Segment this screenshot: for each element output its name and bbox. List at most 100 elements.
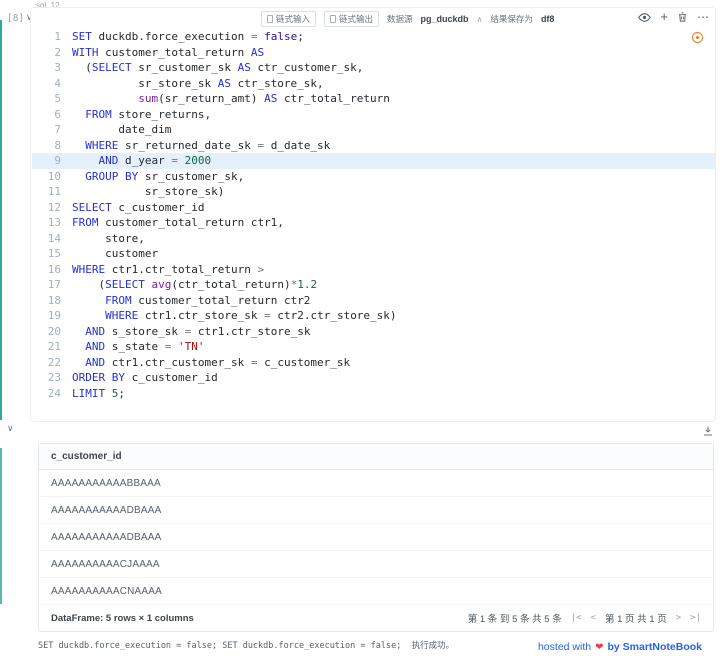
code-text: WITH customer_total_return AS <box>72 45 264 61</box>
code-text: GROUP BY sr_customer_sk, <box>72 169 244 185</box>
line-number: 16 <box>32 262 72 278</box>
line-number: 1 <box>32 29 72 45</box>
code-text: (SELECT avg(ctr_total_return)*1.2 <box>72 277 317 293</box>
last-page-button[interactable]: >| <box>690 613 701 623</box>
line-number: 14 <box>32 231 72 247</box>
column-header[interactable]: c_customer_id <box>51 451 122 462</box>
code-text: FROM customer_total_return ctr1, <box>72 215 284 231</box>
line-number: 7 <box>32 122 72 138</box>
cell-actions: + ⋯ <box>638 9 710 25</box>
code-text: LIMIT 5; <box>72 386 125 402</box>
cell-value: AAAAAAAAAAADBAAA <box>51 532 161 543</box>
first-page-button[interactable]: |< <box>571 613 582 623</box>
code-line[interactable]: 14 store, <box>32 231 716 247</box>
code-line[interactable]: 9 AND d_year = 2000 <box>32 153 716 169</box>
code-line[interactable]: 7 date_dim <box>32 122 716 138</box>
next-page-button[interactable]: > <box>676 613 681 623</box>
visibility-icon[interactable] <box>638 11 651 24</box>
code-line[interactable]: 2WITH customer_total_return AS <box>32 45 716 61</box>
line-number: 6 <box>32 107 72 123</box>
table-row[interactable]: AAAAAAAAAACJAAAA <box>39 551 713 578</box>
sql-editor[interactable]: 1SET duckdb.force_execution = false;2WIT… <box>32 29 716 401</box>
site-footer: hosted with ❤ by SmartNoteBook <box>538 641 702 653</box>
code-line[interactable]: 13FROM customer_total_return ctr1, <box>32 215 716 231</box>
line-number: 24 <box>32 386 72 402</box>
code-text: AND ctr1.ctr_customer_sk = c_customer_sk <box>72 355 350 371</box>
line-number: 22 <box>32 355 72 371</box>
delete-cell-button[interactable] <box>677 11 688 23</box>
page-text: 第 1 页 共 1 页 <box>605 611 667 625</box>
result-save-value[interactable]: df8 <box>541 14 555 24</box>
line-number: 23 <box>32 370 72 386</box>
code-text: date_dim <box>72 122 171 138</box>
code-text: WHERE ctr1.ctr_store_sk = ctr2.ctr_store… <box>72 308 397 324</box>
code-text: WHERE ctr1.ctr_total_return > <box>72 262 264 278</box>
table-header: c_customer_id <box>39 444 713 470</box>
chain-output-button[interactable]: 链式输出 <box>324 11 379 27</box>
table-row[interactable]: AAAAAAAAAAABBAAA <box>39 470 713 497</box>
datasource-select[interactable]: pg_duckdb <box>421 14 469 24</box>
code-line[interactable]: 8 WHERE sr_returned_date_sk = d_date_sk <box>32 138 716 154</box>
result-save-label: 结果保存为 <box>490 13 533 25</box>
prev-page-button[interactable]: < <box>591 613 596 623</box>
assistant-icon[interactable] <box>692 32 703 43</box>
code-line[interactable]: 16WHERE ctr1.ctr_total_return > <box>32 262 716 278</box>
code-text: WHERE sr_returned_date_sk = d_date_sk <box>72 138 330 154</box>
line-number: 21 <box>32 339 72 355</box>
code-line[interactable]: 6 FROM store_returns, <box>32 107 716 123</box>
chain-input-button[interactable]: 链式输入 <box>261 11 316 27</box>
code-text: sr_store_sk AS ctr_store_sk, <box>72 76 324 92</box>
code-line[interactable]: 3 (SELECT sr_customer_sk AS ctr_customer… <box>32 60 716 76</box>
line-number: 11 <box>32 184 72 200</box>
line-number: 4 <box>32 76 72 92</box>
code-line[interactable]: 21 AND s_state = 'TN' <box>32 339 716 355</box>
code-line[interactable]: 23ORDER BY c_customer_id <box>32 370 716 386</box>
download-result-icon[interactable] <box>702 424 714 442</box>
more-actions-button[interactable]: ⋯ <box>697 10 710 24</box>
code-line[interactable]: 22 AND ctr1.ctr_customer_sk = c_customer… <box>32 355 716 371</box>
line-number: 12 <box>32 200 72 216</box>
cell-value: AAAAAAAAAACNAAAA <box>51 586 162 597</box>
table-footer: DataFrame: 5 rows × 1 columns 第 1 条 到 5 … <box>39 605 713 631</box>
code-line[interactable]: 10 GROUP BY sr_customer_sk, <box>32 169 716 185</box>
result-rows: AAAAAAAAAAABBAAA AAAAAAAAAAADBAAA AAAAAAAA… <box>39 470 713 605</box>
output-collapse-chevron-icon[interactable]: ∨ <box>7 423 14 434</box>
sql-cell: 链式输入 链式输出 数据源 pg_duckdb ∧ 结果保存为 df8 + ⋯ … <box>30 7 716 422</box>
smartnotebook-link[interactable]: by SmartNoteBook <box>607 641 702 653</box>
table-row[interactable]: AAAAAAAAAAADBAAA <box>39 524 713 551</box>
chain-input-label: 链式输入 <box>276 13 310 25</box>
code-line[interactable]: 17 (SELECT avg(ctr_total_return)*1.2 <box>32 277 716 293</box>
line-number: 18 <box>32 293 72 309</box>
code-text: AND s_state = 'TN' <box>72 339 204 355</box>
code-text: (SELECT sr_customer_sk AS ctr_customer_s… <box>72 60 363 76</box>
table-row[interactable]: AAAAAAAAAAADBAAA <box>39 497 713 524</box>
code-line[interactable]: 15 customer <box>32 246 716 262</box>
code-line[interactable]: 11 sr_store_sk) <box>32 184 716 200</box>
code-line[interactable]: 24LIMIT 5; <box>32 386 716 402</box>
code-text: AND s_store_sk = ctr1.ctr_store_sk <box>72 324 310 340</box>
line-number: 20 <box>32 324 72 340</box>
code-text: sum(sr_return_amt) AS ctr_total_return <box>72 91 390 107</box>
notebook-page: sql_12 [8] ∨ ✓ 2.3431s 链式输入 链式输出 数据源 pg_… <box>0 0 720 656</box>
pagination: 第 1 条 到 5 条 共 5 条 |< < 第 1 页 共 1 页 > >| <box>468 611 701 625</box>
code-line[interactable]: 19 WHERE ctr1.ctr_store_sk = ctr2.ctr_st… <box>32 308 716 324</box>
code-line[interactable]: 20 AND s_store_sk = ctr1.ctr_store_sk <box>32 324 716 340</box>
heart-icon: ❤ <box>595 642 603 653</box>
code-line[interactable]: 18 FROM customer_total_return ctr2 <box>32 293 716 309</box>
code-line[interactable]: 4 sr_store_sk AS ctr_store_sk, <box>32 76 716 92</box>
line-number: 17 <box>32 277 72 293</box>
dataframe-summary: DataFrame: 5 rows × 1 columns <box>51 613 194 624</box>
code-line[interactable]: 5 sum(sr_return_amt) AS ctr_total_return <box>32 91 716 107</box>
cell-value: AAAAAAAAAAABBAAA <box>51 478 161 489</box>
add-cell-button[interactable]: + <box>660 11 668 23</box>
line-number: 15 <box>32 246 72 262</box>
code-text: customer <box>72 246 158 262</box>
table-row[interactable]: AAAAAAAAAACNAAAA <box>39 578 713 605</box>
chevron-up-icon[interactable]: ∧ <box>477 15 483 24</box>
range-text: 第 1 条 到 5 条 共 5 条 <box>468 611 562 625</box>
output-cell-indicator <box>0 448 2 604</box>
line-number: 8 <box>32 138 72 154</box>
line-number: 13 <box>32 215 72 231</box>
code-line[interactable]: 1SET duckdb.force_execution = false; <box>32 29 716 45</box>
code-line[interactable]: 12SELECT c_customer_id <box>32 200 716 216</box>
